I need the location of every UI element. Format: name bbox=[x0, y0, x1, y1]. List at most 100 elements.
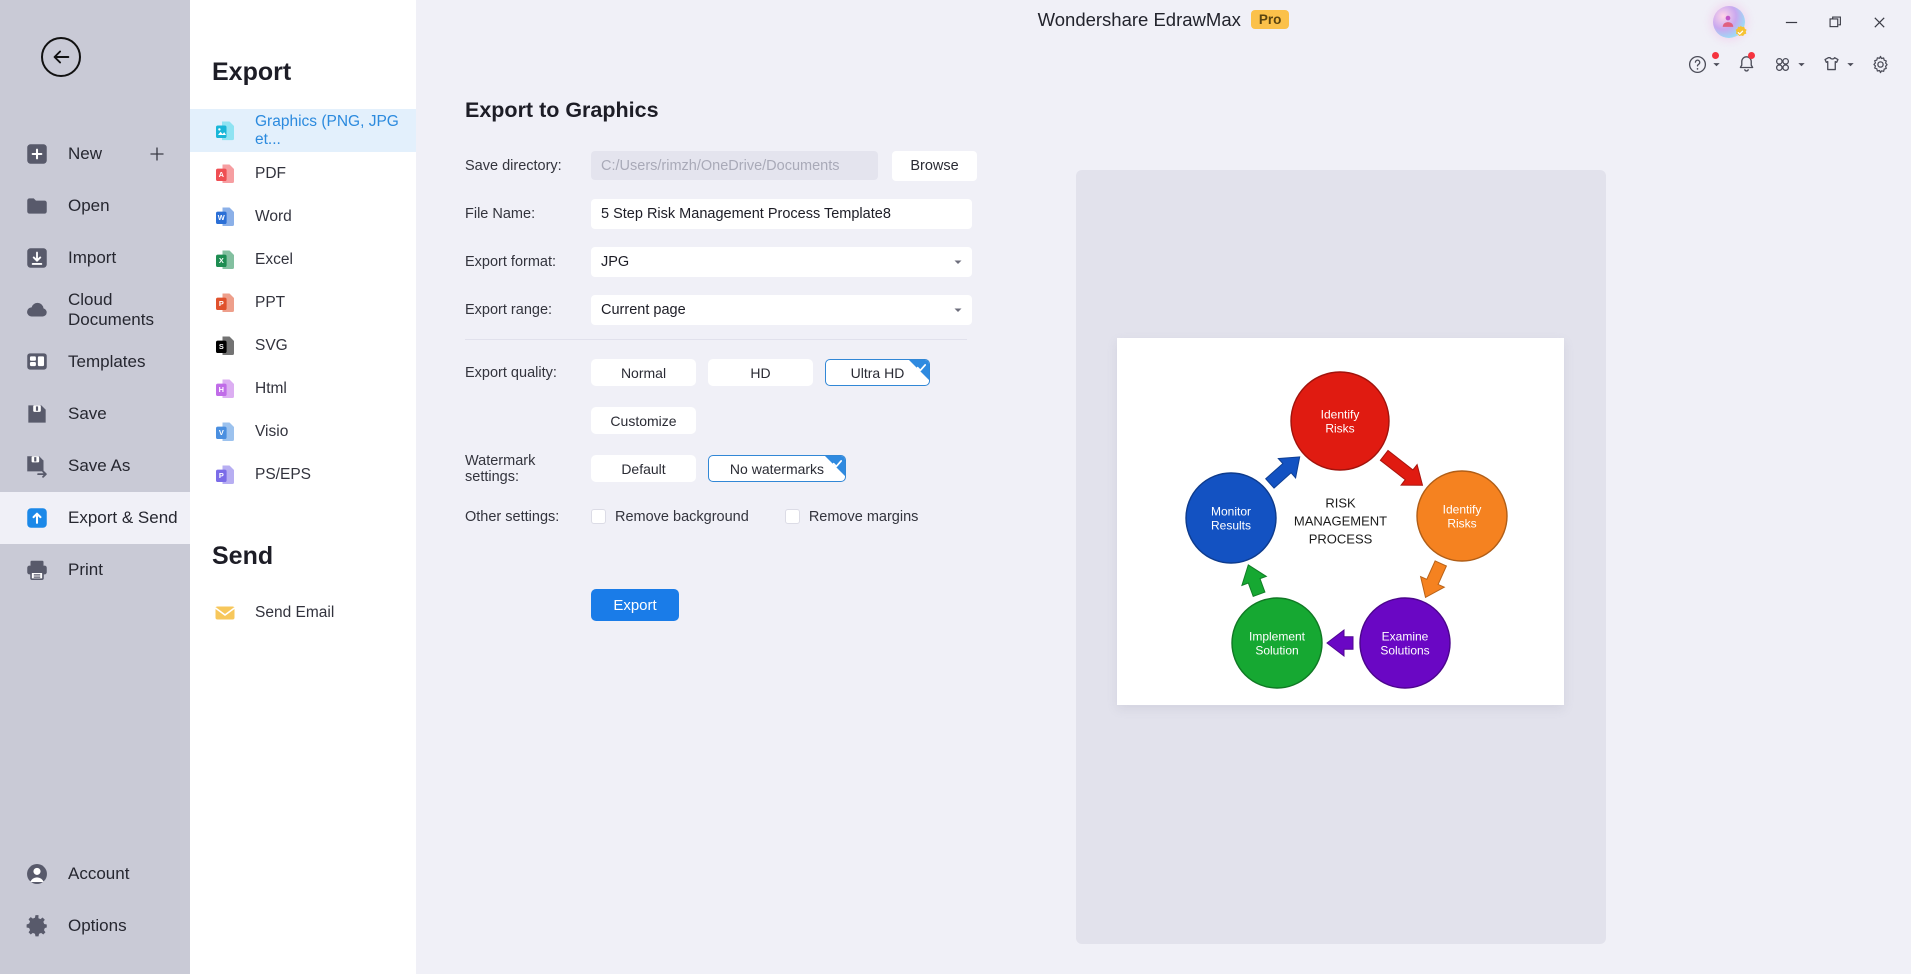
svg-text:V: V bbox=[219, 428, 224, 437]
word-file-icon: W bbox=[216, 207, 234, 226]
excel-file-icon: X bbox=[216, 250, 234, 269]
export-formats-panel: Export Graphics (PNG, JPG et... A PDF W … bbox=[190, 0, 416, 974]
rail-item-cloud-documents[interactable]: Cloud Documents bbox=[0, 284, 190, 336]
rail-item-save[interactable]: Save bbox=[0, 388, 190, 440]
format-item-ps-eps[interactable]: P PS/EPS bbox=[190, 453, 416, 496]
visio-file-icon: V bbox=[212, 419, 238, 445]
left-rail: New Open Import Cloud Documents Template… bbox=[0, 0, 190, 974]
preview-canvas[interactable]: Identify Risks Identify Risks Examine Solutio… bbox=[1117, 338, 1564, 705]
save-directory-label: Save directory: bbox=[465, 157, 562, 174]
rail-item-label: New bbox=[68, 144, 103, 163]
format-item-label: PPT bbox=[255, 293, 286, 311]
diagram-node[interactable]: MonitorResults bbox=[1185, 472, 1277, 564]
import-icon bbox=[27, 248, 47, 268]
rail-item-save-as[interactable]: Save As bbox=[0, 440, 190, 492]
rail-item-new[interactable]: New bbox=[0, 128, 190, 180]
diagram-node[interactable]: IdentifyRisks bbox=[1416, 470, 1508, 562]
diagram-node-label: Results bbox=[1211, 519, 1251, 533]
notification-dot bbox=[1712, 52, 1719, 59]
rail-item-options[interactable]: Options bbox=[0, 900, 190, 952]
checkbox-remove-margins[interactable] bbox=[784, 509, 800, 524]
send-heading: Send bbox=[212, 542, 274, 570]
send-list: Send Email bbox=[190, 591, 416, 634]
notification-bell-button[interactable] bbox=[1732, 50, 1761, 79]
format-item-graphics-png-jpg-et[interactable]: Graphics (PNG, JPG et... bbox=[190, 109, 416, 152]
import-icon bbox=[22, 243, 52, 273]
file-name-label: File Name: bbox=[465, 205, 536, 222]
format-item-word[interactable]: W Word bbox=[190, 195, 416, 238]
checkbox-label: Remove background bbox=[615, 508, 749, 525]
export-button[interactable]: Export bbox=[591, 589, 679, 621]
browse-button[interactable]: Browse bbox=[892, 150, 977, 181]
option-label: HD bbox=[750, 364, 771, 381]
center-line: PROCESS bbox=[1308, 531, 1373, 547]
diagram-node[interactable]: ExamineSolutions bbox=[1359, 597, 1451, 689]
diagram-node-label: Identify bbox=[1321, 408, 1360, 422]
diagram-node[interactable]: ImplementSolution bbox=[1231, 597, 1323, 689]
format-item-label: Word bbox=[255, 207, 292, 225]
send-item-label: Send Email bbox=[255, 603, 335, 621]
minimize-button[interactable] bbox=[1771, 6, 1811, 38]
diagram-node-label: Implement bbox=[1249, 630, 1306, 644]
save-as-icon bbox=[22, 451, 52, 481]
export-format-row: Export format: JPG bbox=[465, 243, 985, 280]
rail-item-open[interactable]: Open bbox=[0, 180, 190, 232]
rail-item-print[interactable]: Print bbox=[0, 544, 190, 596]
preview-panel: Identify Risks Identify Risks Examine Solutio… bbox=[1076, 170, 1606, 944]
watermark-label: Watermark settings: bbox=[465, 452, 536, 485]
customize-button[interactable]: Customize bbox=[591, 407, 696, 434]
watermark-row: Watermark settings: Default No watermarks bbox=[465, 450, 985, 487]
theme-shirt-icon bbox=[1824, 57, 1839, 71]
save-directory-input[interactable] bbox=[591, 151, 878, 180]
rail-item-label: Templates bbox=[68, 352, 146, 371]
diagram-node[interactable]: IdentifyRisks bbox=[1290, 371, 1390, 471]
theme-shirt-button[interactable] bbox=[1817, 50, 1859, 79]
close-button[interactable] bbox=[1859, 6, 1899, 38]
checkbox-remove-background[interactable] bbox=[591, 509, 606, 524]
export-format-select[interactable]: JPG bbox=[591, 246, 972, 277]
graphics-file-icon bbox=[212, 118, 238, 144]
user-avatar[interactable] bbox=[1713, 6, 1747, 38]
format-item-visio[interactable]: V Visio bbox=[190, 410, 416, 453]
chevron-down-icon bbox=[1713, 63, 1720, 67]
file-name-input[interactable] bbox=[591, 198, 972, 229]
diagram-arrow bbox=[1379, 449, 1424, 486]
rail-item-import[interactable]: Import bbox=[0, 232, 190, 284]
send-item-send-email[interactable]: Send Email bbox=[190, 591, 416, 634]
option-label: No watermarks bbox=[729, 460, 825, 477]
format-item-excel[interactable]: X Excel bbox=[190, 238, 416, 281]
option-no-watermarks[interactable]: No watermarks bbox=[708, 455, 846, 482]
svg-file-icon: S bbox=[212, 333, 238, 359]
rail-item-export-send[interactable]: Export & Send bbox=[0, 492, 190, 544]
back-button[interactable] bbox=[41, 37, 81, 77]
option-ultra-hd[interactable]: Ultra HD bbox=[825, 359, 930, 386]
file-name-row: File Name: bbox=[465, 195, 985, 232]
format-item-pdf[interactable]: A PDF bbox=[190, 152, 416, 195]
format-item-label: PS/EPS bbox=[255, 465, 311, 483]
option-hd[interactable]: HD bbox=[708, 359, 813, 386]
format-item-svg[interactable]: S SVG bbox=[190, 324, 416, 367]
export-range-select[interactable]: Current page bbox=[591, 294, 972, 325]
rail-item-label: Save As bbox=[68, 456, 131, 475]
format-item-label: Html bbox=[255, 379, 287, 397]
option-default[interactable]: Default bbox=[591, 455, 696, 482]
option-normal[interactable]: Normal bbox=[591, 359, 696, 386]
plus-icon[interactable] bbox=[148, 145, 166, 163]
chevron-down-icon bbox=[1798, 63, 1805, 67]
export-send-icon bbox=[22, 503, 52, 533]
app-title: Wondershare EdrawMax Pro bbox=[416, 9, 1911, 31]
settings-gear-button[interactable] bbox=[1866, 50, 1895, 79]
help-button[interactable] bbox=[1683, 50, 1725, 79]
maximize-button[interactable] bbox=[1815, 6, 1855, 38]
diagram-arrow bbox=[1241, 564, 1268, 597]
rail-item-templates[interactable]: Templates bbox=[0, 336, 190, 388]
export-heading: Export bbox=[212, 58, 292, 86]
export-quality-row: Export quality: Normal HD Ultra HD bbox=[465, 354, 985, 391]
save-icon bbox=[28, 405, 46, 423]
format-item-html[interactable]: H Html bbox=[190, 367, 416, 410]
apps-grid-button[interactable] bbox=[1768, 50, 1810, 79]
rail-item-account[interactable]: Account bbox=[0, 848, 190, 900]
html-file-icon: H bbox=[212, 376, 238, 402]
export-quality-options: Normal HD Ultra HD bbox=[591, 359, 930, 386]
format-item-ppt[interactable]: P PPT bbox=[190, 281, 416, 324]
